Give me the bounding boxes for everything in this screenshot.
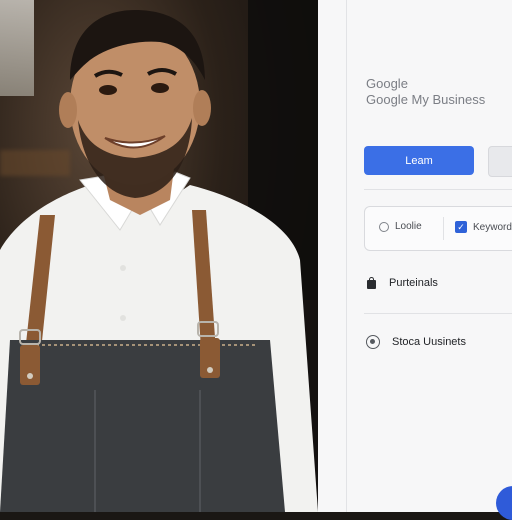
search-separator xyxy=(443,217,444,240)
menu-item-stoca-uusinets[interactable]: Stoca Uusinets xyxy=(366,335,466,349)
business-panel: Google Google My Business Leam Loolie ✓ … xyxy=(318,0,512,512)
learn-button[interactable]: Leam xyxy=(364,146,474,175)
google-icon xyxy=(366,335,380,349)
keyword-label: Keyword xyxy=(473,221,512,233)
shopping-bag-icon xyxy=(366,277,377,289)
checkbox-icon: ✓ xyxy=(455,221,467,233)
secondary-button[interactable] xyxy=(488,146,512,177)
menu-item-label: Purteinals xyxy=(389,277,438,289)
brand-google-my-business: Google My Business xyxy=(366,92,486,107)
keyword-filter[interactable]: ✓ Keyword xyxy=(455,221,512,233)
brand-logo: Google Google My Business xyxy=(366,76,485,108)
smiling-man-illustration xyxy=(0,10,318,512)
menu-item-purteinals[interactable]: Purteinals xyxy=(366,277,438,289)
brand-google: Google xyxy=(366,76,408,91)
divider xyxy=(364,313,512,314)
hero-photo xyxy=(0,0,318,512)
search-box[interactable]: Loolie ✓ Keyword xyxy=(364,206,512,251)
menu-item-label: Stoca Uusinets xyxy=(392,336,466,348)
sidebar-divider xyxy=(346,0,347,512)
location-filter[interactable]: Loolie xyxy=(379,221,422,232)
divider xyxy=(364,189,512,190)
location-icon xyxy=(379,221,389,232)
location-label: Loolie xyxy=(395,221,422,232)
